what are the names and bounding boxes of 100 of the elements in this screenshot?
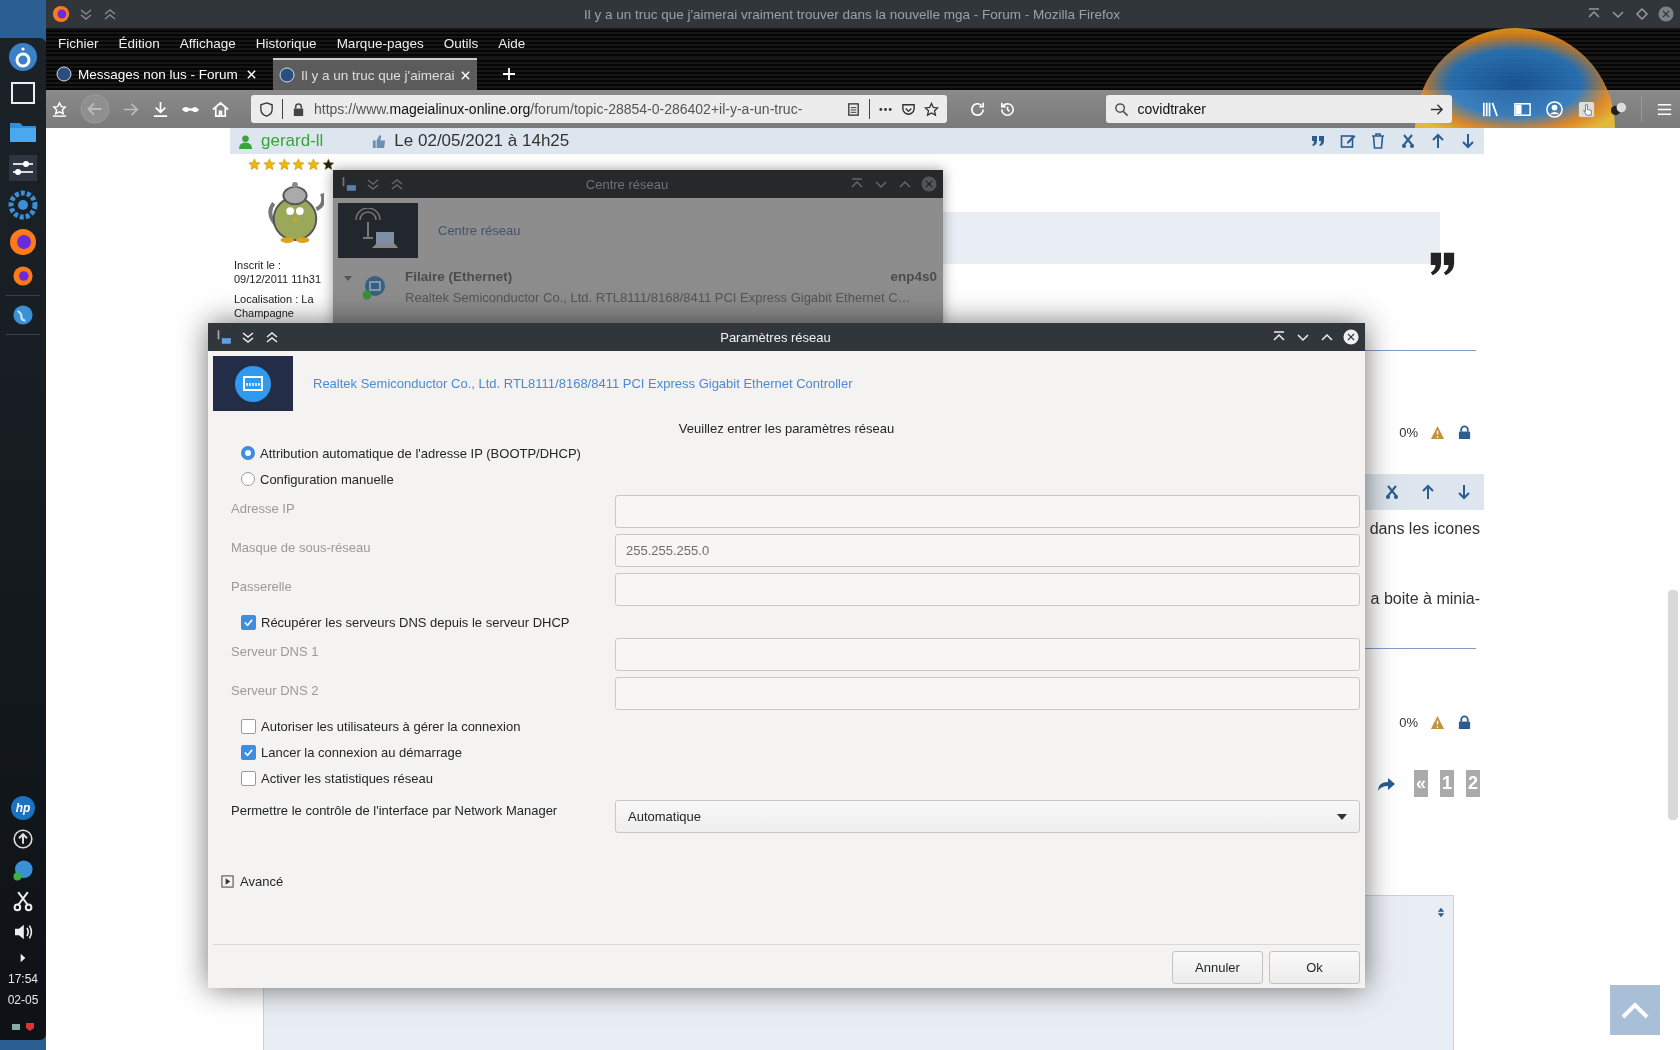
menu-item[interactable]: Affichage bbox=[169, 35, 246, 51]
close-icon[interactable] bbox=[460, 69, 471, 81]
star-icon[interactable] bbox=[924, 101, 940, 117]
radio-button[interactable] bbox=[241, 472, 255, 486]
upload-icon[interactable] bbox=[11, 827, 35, 851]
window-title: Il y a un truc que j'aimerai vraiment trouver dans la nouvelle mga - Forum - Mozilla Firefox bbox=[582, 6, 1121, 22]
interface-name: enp4s0 bbox=[890, 269, 937, 284]
ethernet-banner-icon bbox=[213, 356, 293, 411]
sort-arrows-icon[interactable] bbox=[1437, 906, 1445, 919]
advanced-expander[interactable]: Avancé bbox=[221, 874, 284, 889]
globe-check-icon[interactable] bbox=[11, 858, 35, 882]
reply-arrow-icon[interactable] bbox=[1375, 775, 1396, 792]
globe-icon[interactable] bbox=[11, 303, 35, 327]
checkbox-label[interactable]: Autoriser les utilisateurs à gérer la connexion bbox=[261, 718, 521, 734]
radio-button[interactable] bbox=[241, 446, 255, 460]
network-banner-icon bbox=[338, 203, 418, 258]
clock-time[interactable]: 17:54 bbox=[8, 972, 38, 986]
user-icon bbox=[238, 133, 253, 149]
tab-label: Messages non lus - Forum bbox=[78, 66, 239, 82]
registration-date: Inscrit le : 09/12/2011 11h31 bbox=[234, 258, 323, 286]
field-label: Passerelle bbox=[231, 578, 293, 594]
menu-item[interactable]: Historique bbox=[245, 35, 327, 51]
warning-icon[interactable] bbox=[1430, 425, 1445, 440]
tray-icon[interactable] bbox=[11, 1022, 21, 1032]
quote-mark-icon bbox=[1428, 252, 1456, 276]
menu-item[interactable]: Marque-pages bbox=[326, 35, 434, 51]
caret-icon bbox=[1337, 813, 1347, 820]
window-title: Centre réseau bbox=[584, 176, 670, 192]
new-tab-button[interactable] bbox=[501, 66, 517, 82]
browser-logo-icon[interactable] bbox=[8, 227, 38, 257]
browser-tab[interactable]: Il y a un truc que j'aimerai bbox=[273, 58, 477, 90]
quote-icon[interactable] bbox=[1310, 133, 1326, 149]
checkbox[interactable] bbox=[241, 614, 256, 630]
menu-item[interactable]: Aide bbox=[488, 35, 536, 51]
browser-logo-icon[interactable] bbox=[11, 264, 35, 288]
up-arrow-icon[interactable] bbox=[1420, 484, 1436, 500]
post-text: a boite à minia- bbox=[1370, 590, 1481, 608]
radio-label[interactable]: Configuration manuelle bbox=[260, 471, 394, 487]
shield-icon[interactable] bbox=[259, 101, 274, 117]
menu-item[interactable]: Fichier bbox=[48, 35, 109, 51]
window-heading: Centre réseau bbox=[438, 223, 521, 238]
radio-label[interactable]: Attribution automatique de l'adresse IP (BOOTP/DHCP) bbox=[260, 445, 581, 461]
close-button[interactable] bbox=[1343, 329, 1359, 345]
field-label: Serveur DNS 1 bbox=[231, 643, 320, 659]
dialog-button[interactable]: Ok bbox=[1269, 951, 1360, 984]
field-label: Serveur DNS 2 bbox=[231, 682, 320, 698]
star-icon bbox=[262, 157, 276, 172]
warning-icon[interactable] bbox=[1430, 715, 1445, 730]
ring-logo-icon[interactable] bbox=[8, 42, 38, 72]
account-icon[interactable] bbox=[1545, 99, 1564, 119]
star-icon bbox=[277, 157, 291, 172]
checkbox[interactable] bbox=[241, 770, 256, 786]
scissors-icon[interactable] bbox=[11, 889, 35, 913]
rating-percent: 0% bbox=[1399, 715, 1418, 730]
rating-percent: 0% bbox=[1399, 425, 1418, 440]
browser-tab[interactable]: Messages non lus - Forum bbox=[50, 58, 263, 90]
reader-view-icon[interactable] bbox=[846, 101, 862, 117]
gear-icon[interactable] bbox=[8, 190, 38, 220]
keep-below-button[interactable] bbox=[240, 329, 256, 345]
tab-label: Il y a un truc que j'aimerai bbox=[301, 67, 454, 83]
home-icon[interactable] bbox=[211, 99, 230, 119]
checkbox-label[interactable]: Récupérer les serveurs DNS depuis le serveur DHCP bbox=[261, 614, 570, 630]
close-icon[interactable] bbox=[246, 68, 257, 80]
checkbox-label[interactable]: Lancer la connexion au démarrage bbox=[261, 744, 462, 760]
down-arrow-icon[interactable] bbox=[1456, 484, 1472, 500]
lock-icon[interactable] bbox=[1457, 425, 1472, 440]
address-bar[interactable]: https://www.mageialinux-online.org/forum/topic-28854-0-286402+il-y-a-un-truc- bbox=[251, 95, 948, 123]
menu-item[interactable]: Édition bbox=[108, 35, 170, 51]
pocket-icon[interactable] bbox=[901, 101, 917, 117]
keep-above-button[interactable] bbox=[264, 329, 280, 345]
checkmark-icon bbox=[243, 746, 254, 758]
connection-name: Filaire (Ethernet) bbox=[405, 269, 513, 284]
search-field[interactable]: covidtraker bbox=[1106, 95, 1452, 123]
checkbox-label[interactable]: Activer les statistiques réseau bbox=[261, 770, 433, 786]
teapot-drawing bbox=[266, 180, 324, 244]
checkbox[interactable] bbox=[241, 744, 256, 760]
url-text[interactable]: https://www.mageialinux-online.org/forum/topic-28854-0-286402+il-y-a-un-truc- bbox=[314, 101, 839, 117]
field-label: Permettre le contrôle de l'interface par Network Manager bbox=[231, 802, 559, 818]
site-logo-icon bbox=[279, 67, 295, 83]
up-arrow-icon[interactable] bbox=[1430, 133, 1446, 149]
bookmark-star-icon[interactable] bbox=[50, 99, 69, 119]
sliders-icon[interactable] bbox=[8, 153, 38, 183]
instruction-text: Veuillez entrer les paramètres réseau bbox=[677, 421, 896, 436]
star-icon bbox=[292, 157, 306, 172]
clock-date[interactable]: 02-05 bbox=[7, 993, 39, 1007]
thumb-icon bbox=[371, 133, 387, 149]
printer-logo-badge[interactable]: hp bbox=[11, 796, 35, 820]
lock-icon[interactable] bbox=[291, 101, 306, 117]
dialog-button[interactable]: Annuler bbox=[1172, 951, 1263, 984]
trash-icon[interactable] bbox=[1370, 133, 1386, 149]
download-icon[interactable] bbox=[151, 99, 170, 119]
field-label: Adresse IP bbox=[231, 500, 296, 516]
dropdown[interactable]: Automatique bbox=[615, 800, 1360, 833]
lock-icon[interactable] bbox=[1457, 715, 1472, 730]
maximize-button[interactable] bbox=[1634, 6, 1650, 22]
checkbox[interactable] bbox=[241, 718, 256, 734]
down-arrow-icon[interactable] bbox=[1460, 133, 1476, 149]
chevron-up-icon bbox=[1620, 1000, 1650, 1020]
menu-item[interactable]: Outils bbox=[433, 35, 489, 51]
edit-icon[interactable] bbox=[1340, 133, 1356, 149]
